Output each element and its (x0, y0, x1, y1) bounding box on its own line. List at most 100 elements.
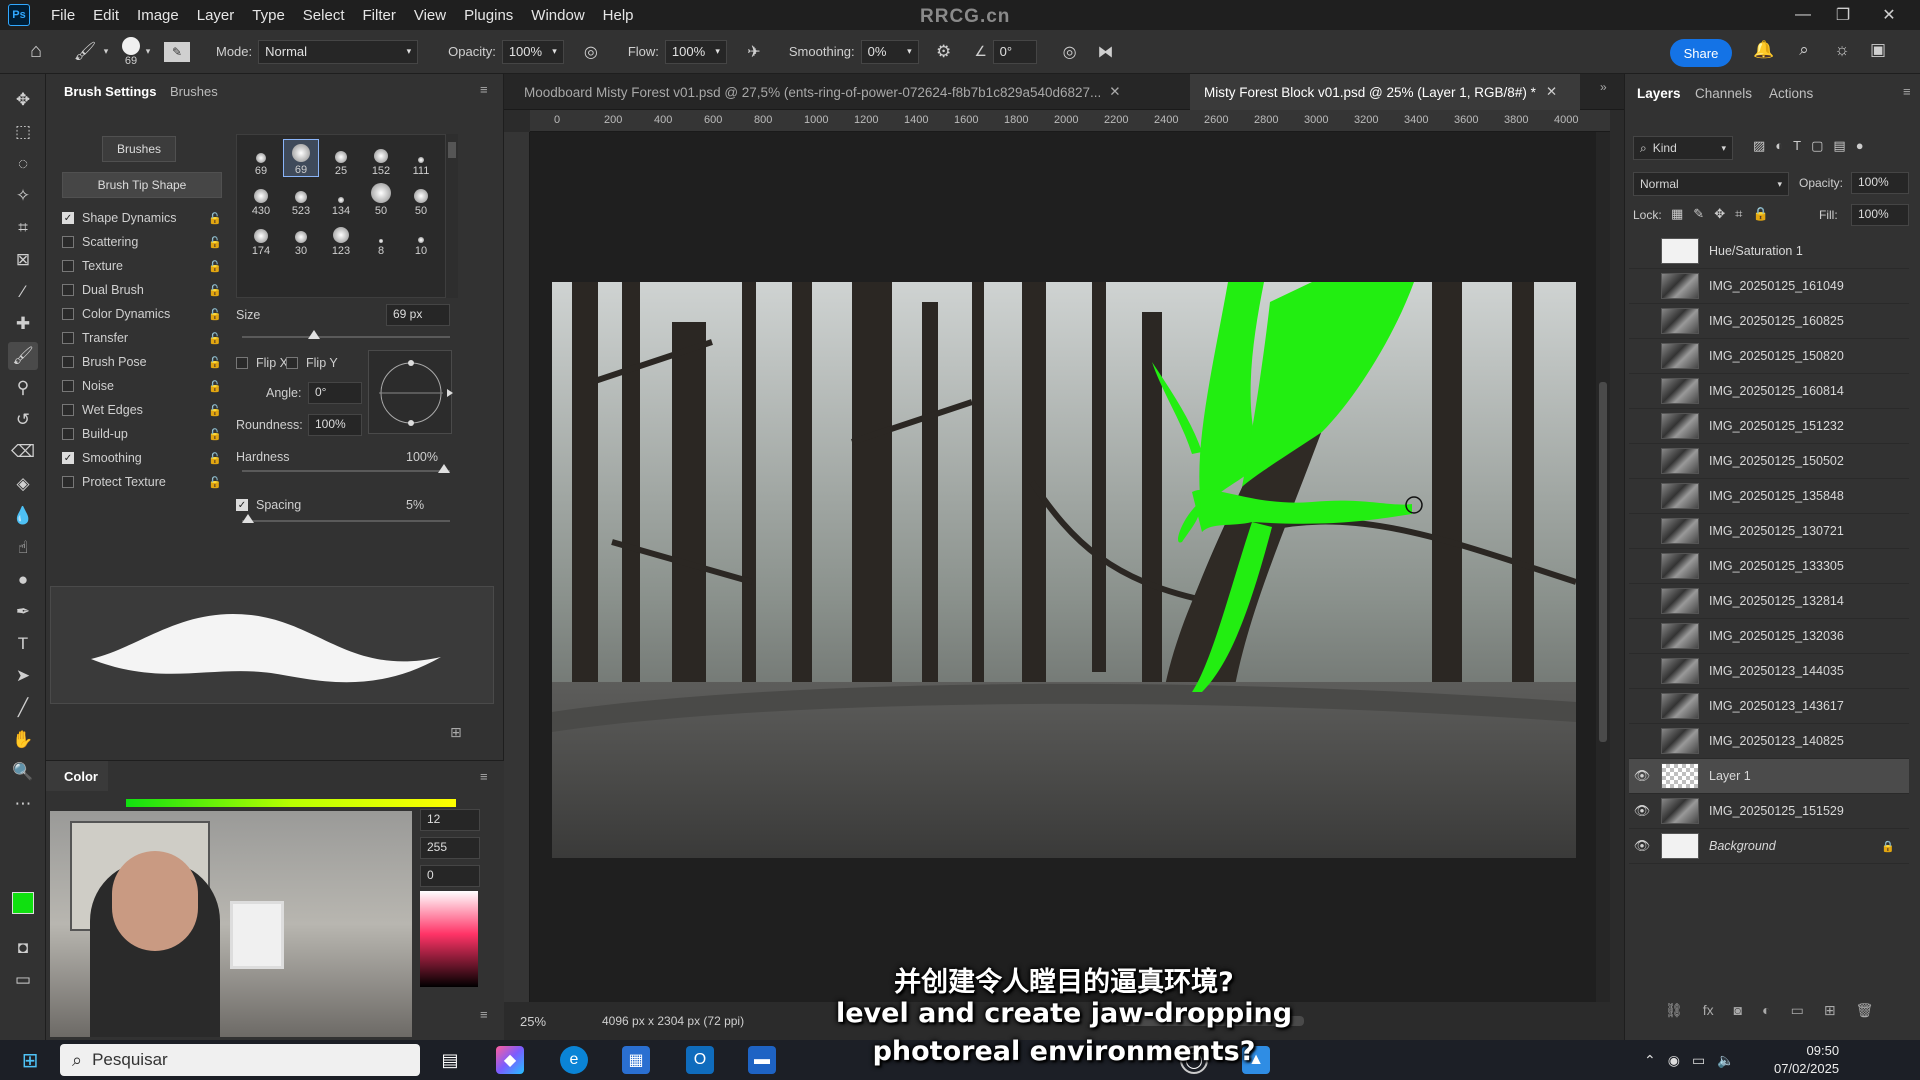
brush-option-row[interactable]: Noise 🔓 (62, 376, 222, 396)
unlock-icon[interactable]: 🔓 (208, 380, 222, 393)
tip-grid-scrollbar[interactable] (446, 134, 458, 298)
layer-row[interactable]: IMG_20250125_160814 (1629, 374, 1909, 409)
photoshop-logo-icon[interactable]: Ps (8, 4, 30, 26)
menu-image[interactable]: Image (128, 7, 188, 24)
brush-tip[interactable]: 69 (283, 139, 319, 177)
crop-tool-icon[interactable]: ⌗ (8, 214, 38, 242)
layer-row[interactable]: IMG_20250125_161049 (1629, 269, 1909, 304)
layer-row[interactable]: 👁 IMG_20250125_151529 (1629, 794, 1909, 829)
lock-image-icon[interactable]: ✎ (1693, 206, 1704, 222)
more-tools-icon[interactable]: ⋯ (8, 790, 38, 818)
type-tool-icon[interactable]: T (8, 630, 38, 658)
new-brush-icon[interactable]: ⊞ (450, 724, 462, 741)
flip-y-checkbox[interactable]: Flip Y (286, 356, 338, 370)
menu-filter[interactable]: Filter (354, 7, 405, 24)
bell-icon[interactable]: 🔔 (1752, 40, 1776, 60)
unlock-icon[interactable]: 🔓 (208, 332, 222, 345)
panel-menu-icon[interactable]: ≡ (480, 769, 488, 784)
screen-mode-icon[interactable]: ▭ (8, 966, 38, 994)
shape-filter-icon[interactable]: ▢ (1811, 138, 1823, 154)
blend-mode-select[interactable]: Normal ▾ (1633, 172, 1789, 196)
brush-size-picker[interactable]: 69 (122, 36, 140, 67)
angle-field[interactable]: 0° (308, 382, 362, 404)
smudge-tool-icon[interactable]: ☝ (8, 534, 38, 562)
menu-select[interactable]: Select (294, 7, 354, 24)
green-slider[interactable] (126, 799, 456, 807)
pressure-opacity-icon[interactable]: ◎ (576, 42, 606, 62)
layer-row[interactable]: 👁 Background 🔒 (1629, 829, 1909, 864)
canvas-area[interactable] (530, 132, 1610, 1002)
r-value-field[interactable]: 12 (420, 809, 480, 831)
image-filter-icon[interactable]: ▨ (1753, 138, 1765, 154)
brush-panel-toggle-icon[interactable]: ✎ (164, 41, 190, 62)
panel-menu-icon[interactable]: ≡ (480, 82, 488, 97)
brush-tip[interactable]: 50 (363, 179, 399, 217)
hardness-slider-knob[interactable] (438, 464, 450, 473)
brush-option-row[interactable]: Transfer 🔓 (62, 328, 222, 348)
opacity-field[interactable]: 100% ▾ (501, 39, 564, 64)
brush-tool-icon[interactable]: 🖌 (8, 342, 38, 370)
lock-transparent-icon[interactable]: ▦ (1671, 206, 1683, 222)
size-field[interactable]: 69 px (386, 304, 450, 326)
brush-option-row[interactable]: Brush Pose 🔓 (62, 352, 222, 372)
lasso-tool-icon[interactable]: ◌ (8, 150, 38, 178)
layer-row[interactable]: IMG_20250123_143617 (1629, 689, 1909, 724)
brush-tip[interactable]: 430 (243, 179, 279, 217)
zoom-tool-icon[interactable]: 🔍 (8, 758, 38, 786)
mode-select[interactable]: Normal ▾ (258, 39, 419, 64)
stamp-tool-icon[interactable]: ⚲ (8, 374, 38, 402)
task-view-icon[interactable]: ▤ (436, 1046, 464, 1074)
blur-tool-icon[interactable]: 💧 (8, 502, 38, 530)
menu-plugins[interactable]: Plugins (455, 7, 522, 24)
unlock-icon[interactable]: 🔓 (208, 428, 222, 441)
chevron-down-icon[interactable]: ▾ (100, 46, 112, 57)
checkbox-icon[interactable] (62, 236, 74, 248)
unlock-icon[interactable]: 🔓 (208, 404, 222, 417)
clock[interactable]: 09:50 07/02/2025 (1774, 1042, 1839, 1078)
brush-option-row[interactable]: Dual Brush 🔓 (62, 280, 222, 300)
security-icon[interactable]: ◉ (1668, 1052, 1680, 1069)
brush-tip[interactable]: 30 (283, 219, 319, 257)
battery-icon[interactable]: ▭ (1692, 1052, 1705, 1069)
brush-tip-shape-button[interactable]: Brush Tip Shape (62, 172, 222, 198)
brush-tip[interactable]: 69 (243, 139, 279, 177)
dodge-tool-icon[interactable]: ● (8, 566, 38, 594)
checkbox-icon[interactable] (62, 380, 74, 392)
layer-filter-kind[interactable]: ⌕ Kind ▾ (1633, 136, 1733, 160)
tab-channels[interactable]: Channels (1695, 86, 1752, 101)
menu-view[interactable]: View (405, 7, 455, 24)
symmetry-icon[interactable]: ⧓ (1091, 42, 1121, 62)
brush-option-row[interactable]: Color Dynamics 🔓 (62, 304, 222, 324)
foreground-color-swatch[interactable] (12, 892, 34, 914)
checkbox-icon[interactable] (62, 476, 74, 488)
brush-option-row[interactable]: Build-up 🔓 (62, 424, 222, 444)
path-selection-tool-icon[interactable]: ➤ (8, 662, 38, 690)
layer-row[interactable]: Hue/Saturation 1 (1629, 234, 1909, 269)
layer-row[interactable]: IMG_20250125_150502 (1629, 444, 1909, 479)
pen-tool-icon[interactable]: ✒ (8, 598, 38, 626)
brush-preset-icon[interactable]: 🖌 (70, 41, 100, 62)
spacing-slider-knob[interactable] (242, 514, 254, 523)
tab-brush-settings[interactable]: Brush Settings (64, 84, 156, 99)
size-slider-knob[interactable] (308, 330, 320, 339)
menu-help[interactable]: Help (594, 7, 643, 24)
angle-roundness-widget[interactable] (368, 350, 453, 434)
unlock-icon[interactable]: 🔓 (208, 356, 222, 369)
close-icon[interactable]: ✕ (1546, 84, 1557, 100)
hardness-value[interactable]: 100% (406, 450, 438, 464)
checkbox-icon[interactable] (62, 332, 74, 344)
adjustment-layer-icon[interactable]: ◐ (1762, 1002, 1770, 1019)
hand-tool-icon[interactable]: ✋ (8, 726, 38, 754)
type-filter-icon[interactable]: T (1793, 138, 1801, 154)
unlock-icon[interactable]: 🔓 (208, 308, 222, 321)
lock-artboard-icon[interactable]: ⌗ (1735, 206, 1742, 222)
checkbox-icon[interactable] (62, 404, 74, 416)
tab-layers[interactable]: Layers (1637, 86, 1681, 101)
fx-icon[interactable]: fx (1703, 1002, 1714, 1019)
home-icon[interactable]: ⌂ (16, 40, 56, 63)
hardness-slider[interactable] (242, 470, 450, 472)
menu-edit[interactable]: Edit (84, 7, 128, 24)
brush-option-row[interactable]: Texture 🔓 (62, 256, 222, 276)
eyedropper-tool-icon[interactable]: ⁄ (8, 278, 38, 306)
layer-row[interactable]: IMG_20250125_135848 (1629, 479, 1909, 514)
